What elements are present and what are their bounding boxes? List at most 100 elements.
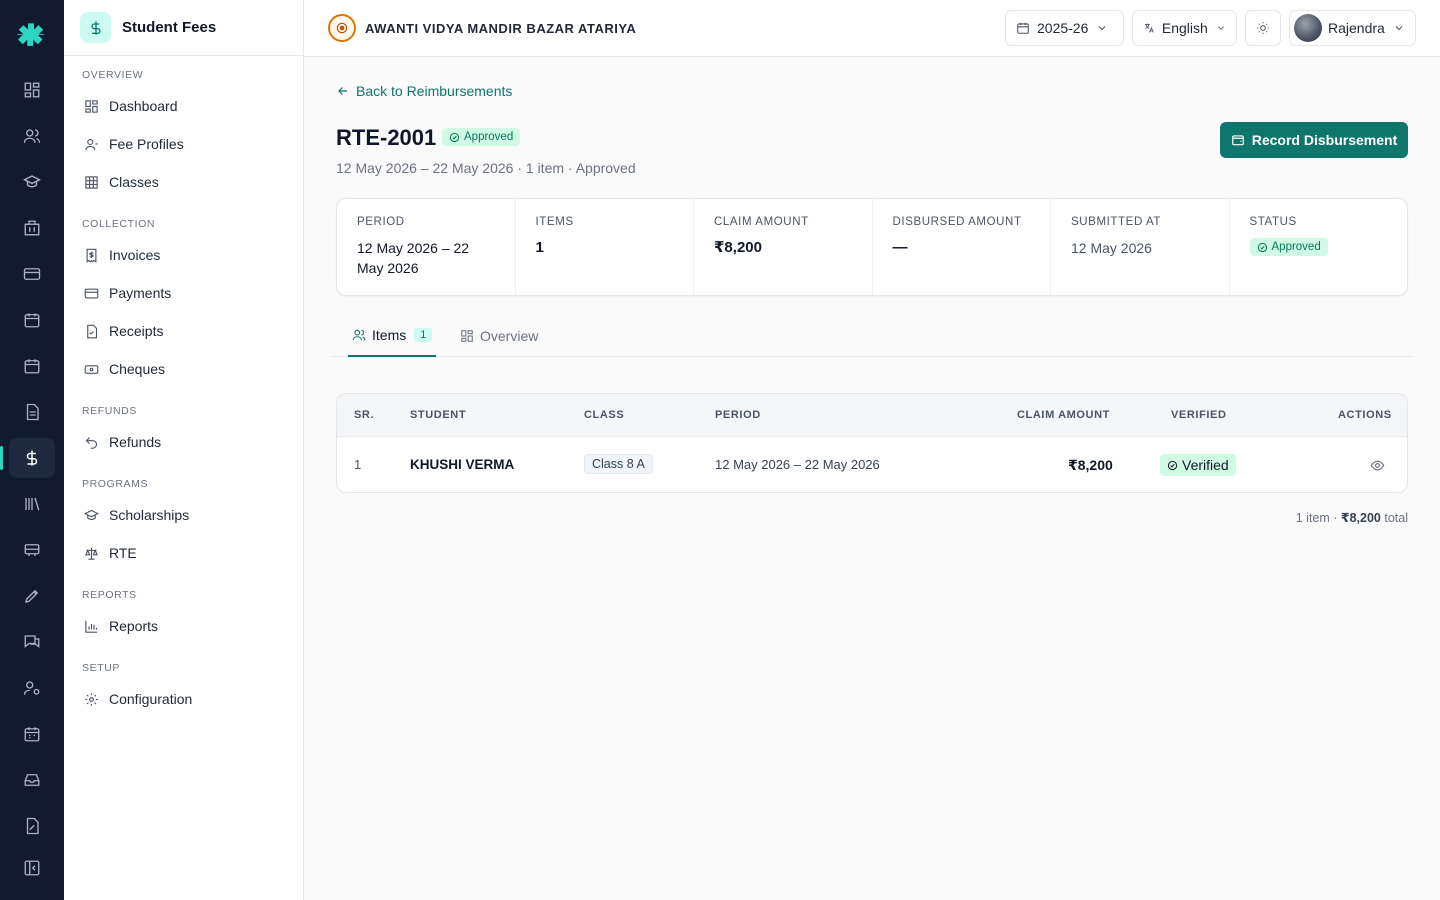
cell-student[interactable]: KHUSHI VERMA	[410, 457, 514, 472]
rail-inbox-icon[interactable]	[9, 760, 55, 800]
stat-status: STATUS Approved	[1230, 199, 1408, 295]
theme-toggle-button[interactable]	[1245, 10, 1281, 46]
rail-events-icon[interactable]	[9, 714, 55, 754]
col-student: STUDENT	[410, 409, 467, 421]
tab-items-count: 1	[414, 328, 433, 342]
stat-claim-amount: CLAIM AMOUNT ₹8,200	[694, 199, 873, 295]
school-header: AWANTI VIDYA MANDIR BAZAR ATARIYA	[328, 14, 636, 42]
rail-user-settings-icon[interactable]	[9, 668, 55, 708]
sidebar-item-payments[interactable]: Payments	[78, 277, 290, 309]
bar-chart-icon	[85, 620, 98, 633]
rail-dashboard-icon[interactable]	[9, 70, 55, 110]
rail-bus-icon[interactable]	[9, 530, 55, 570]
stat-label: CLAIM AMOUNT	[714, 216, 809, 228]
academic-year-value: 2025-26	[1037, 20, 1089, 36]
rail-file-edit-icon[interactable]	[9, 806, 55, 846]
stat-label: ITEMS	[535, 216, 574, 228]
school-name: AWANTI VIDYA MANDIR BAZAR ATARIYA	[365, 20, 637, 36]
stat-disbursed-amount: DISBURSED AMOUNT —	[873, 199, 1051, 295]
wallet-icon	[1231, 135, 1244, 146]
rail-fees-icon[interactable]	[0, 438, 55, 478]
sun-icon	[1257, 22, 1269, 34]
rail-schedule-icon[interactable]	[9, 346, 55, 386]
rail-calendar-icon[interactable]	[9, 300, 55, 340]
footer-total: ₹8,200	[1340, 511, 1381, 525]
status-badge: Approved	[1249, 238, 1328, 256]
app-logo-icon[interactable]	[16, 20, 46, 50]
sidebar-item-receipts[interactable]: Receipts	[78, 315, 290, 347]
sidebar-item-label: Fee Profiles	[109, 136, 184, 152]
col-claim-amount: CLAIM AMOUNT	[1017, 409, 1110, 421]
tab-overview[interactable]: Overview	[460, 315, 538, 357]
check-circle-icon	[1257, 242, 1267, 252]
eye-icon[interactable]	[1370, 458, 1385, 473]
sidebar-item-reports[interactable]: Reports	[78, 610, 290, 642]
stat-value: —	[892, 239, 908, 256]
check-circle-icon	[1167, 460, 1178, 470]
sidebar-item-scholarships[interactable]: Scholarships	[78, 499, 290, 531]
record-disbursement-button[interactable]: Record Disbursement	[1220, 122, 1408, 158]
sidebar-item-rte[interactable]: RTE	[78, 537, 290, 569]
back-link[interactable]: Back to Reimbursements	[336, 83, 512, 99]
col-class: CLASS	[584, 409, 625, 421]
receipt-icon	[87, 324, 98, 338]
language-select[interactable]: English	[1132, 10, 1237, 46]
user-icon	[85, 138, 98, 150]
academic-year-select[interactable]: 2025-26	[1005, 10, 1124, 46]
card-icon	[84, 288, 99, 298]
rail-messages-icon[interactable]	[9, 622, 55, 662]
verified-label: Verified	[1182, 457, 1229, 473]
language-value: English	[1161, 20, 1208, 36]
rail-collapse-icon[interactable]	[9, 848, 55, 888]
table-header: SR. STUDENT CLASS PERIOD CLAIM AMOUNT VE…	[337, 394, 1407, 437]
sidebar-item-cheques[interactable]: Cheques	[78, 353, 290, 385]
table-row[interactable]: 1 KHUSHI VERMA Class 8 A 12 May 2026 – 2…	[337, 437, 1407, 492]
user-menu-button[interactable]: Rajendra	[1289, 10, 1416, 46]
tabs: Items 1 Overview	[332, 315, 1412, 357]
sidebar-item-dashboard[interactable]: Dashboard	[78, 90, 290, 122]
rail-users-icon[interactable]	[9, 116, 55, 156]
col-period: PERIOD	[715, 409, 761, 421]
dollar-icon	[80, 12, 111, 43]
stat-value: ₹8,200	[714, 239, 762, 256]
school-emblem-icon	[328, 14, 356, 42]
sidebar-item-label: Cheques	[109, 361, 166, 377]
cell-sr: 1	[354, 457, 362, 472]
status-badge: Approved	[442, 128, 521, 146]
grid-icon	[85, 175, 98, 189]
rail-library-icon[interactable]	[9, 484, 55, 524]
rail-document-icon[interactable]	[9, 392, 55, 432]
sidebar-item-label: Payments	[109, 285, 172, 301]
sidebar-item-invoices[interactable]: Invoices	[78, 239, 290, 271]
tab-items[interactable]: Items 1	[348, 315, 437, 357]
stat-submitted-at: SUBMITTED AT 12 May 2026	[1051, 199, 1230, 295]
rail-card-icon[interactable]	[9, 254, 55, 294]
layout-grid-icon	[461, 330, 473, 342]
footer-suffix: total	[1380, 511, 1408, 525]
arrow-left-icon	[338, 87, 348, 95]
back-link-label: Back to Reimbursements	[356, 83, 513, 99]
rail-building-icon[interactable]	[9, 208, 55, 248]
cell-claim-amount: ₹8,200	[1068, 457, 1113, 473]
rail-pen-icon[interactable]	[9, 576, 55, 616]
sidebar-item-fee-profiles[interactable]: Fee Profiles	[78, 128, 290, 160]
sidebar-item-refunds[interactable]: Refunds	[78, 426, 290, 458]
undo-icon	[85, 436, 98, 449]
section-programs: PROGRAMS	[82, 478, 149, 490]
chevron-down-icon	[1099, 26, 1106, 31]
status-badge-label: Approved	[464, 131, 514, 143]
dashboard-icon	[85, 99, 98, 113]
rail-graduation-icon[interactable]	[9, 162, 55, 202]
cell-class: Class 8 A	[584, 454, 653, 474]
table-footer: 1 item · ₹8,200 total	[1296, 510, 1408, 525]
graduation-cap-icon	[84, 509, 99, 520]
stat-label: STATUS	[1249, 216, 1297, 228]
sidebar-item-configuration[interactable]: Configuration	[78, 683, 290, 715]
page-title: RTE-2001	[336, 125, 437, 150]
tab-items-label: Items	[372, 327, 407, 343]
translate-icon	[1144, 23, 1154, 33]
col-sr: SR.	[354, 409, 375, 421]
cheque-icon	[84, 364, 99, 374]
sidebar-item-classes[interactable]: Classes	[78, 166, 290, 198]
stat-value: 1	[535, 239, 544, 256]
